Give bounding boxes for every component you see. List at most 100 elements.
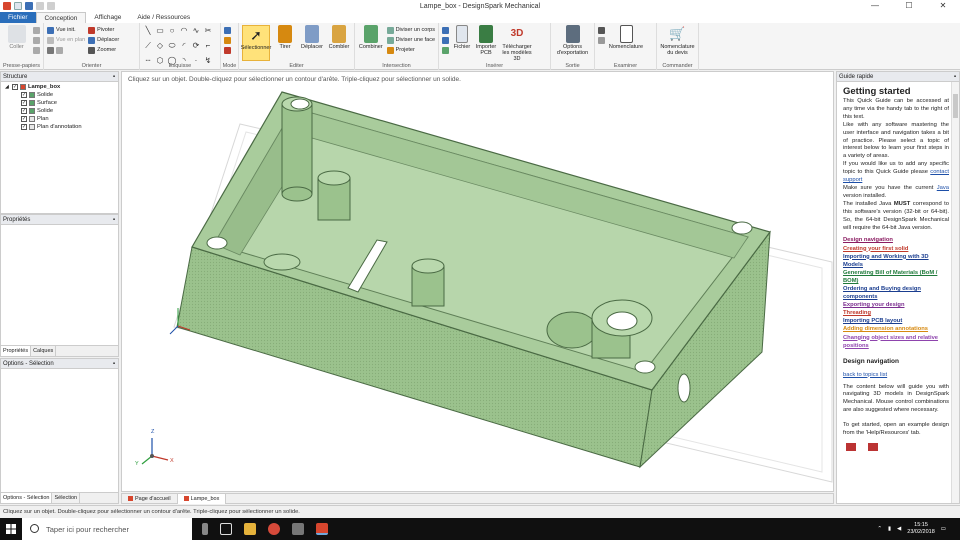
corner-hole-back-left[interactable] xyxy=(290,98,310,110)
maximize-button[interactable]: ☐ xyxy=(892,0,926,12)
topic-link[interactable]: Design navigation xyxy=(843,236,949,244)
notification-icon[interactable]: ▭ xyxy=(941,526,946,532)
tab-proprietes[interactable]: Propriétés xyxy=(1,346,32,356)
offset-tool-icon[interactable]: ⟳ xyxy=(191,41,201,51)
topic-link[interactable]: Creating your first solid xyxy=(843,245,949,253)
chrome-icon[interactable] xyxy=(268,523,280,535)
visibility-checkbox[interactable]: ✓ xyxy=(21,92,27,98)
vue-init-button[interactable]: Vue init. xyxy=(47,26,85,34)
three-point-arc-icon[interactable]: ◜ xyxy=(179,41,189,51)
scroll-thumb[interactable] xyxy=(953,94,958,118)
rectangle-tool-icon[interactable]: ▭ xyxy=(155,26,165,36)
taskbar-search-input[interactable]: Taper ici pour rechercher xyxy=(22,518,192,540)
topic-link[interactable]: Ordering and Buying design components xyxy=(843,285,949,301)
cut-icon[interactable] xyxy=(33,26,40,34)
annotation-icon[interactable] xyxy=(598,36,605,44)
tab-lampe-box[interactable]: Lampe_box xyxy=(177,493,227,504)
corner-hole-front-left[interactable] xyxy=(206,236,228,250)
ellipse-tool-icon[interactable]: ⬭ xyxy=(167,41,177,51)
visibility-checkbox[interactable]: ✓ xyxy=(21,108,27,114)
pin-icon[interactable]: ▪ xyxy=(113,215,115,225)
topic-link[interactable]: Exporting your design xyxy=(843,301,949,309)
tutorial-thumb-1[interactable] xyxy=(843,442,859,451)
topic-link[interactable]: Importing PCB layout xyxy=(843,317,949,325)
minimize-button[interactable]: — xyxy=(858,0,892,12)
three-point-rect-icon[interactable]: ◇ xyxy=(155,41,165,51)
spline-tool-icon[interactable]: ∿ xyxy=(191,26,201,36)
standoff-1[interactable] xyxy=(317,170,351,221)
section-mode-icon[interactable] xyxy=(224,36,231,44)
measure-icon[interactable] xyxy=(598,26,605,34)
view-mode-icon[interactable] xyxy=(47,46,85,54)
3d-mode-icon[interactable] xyxy=(224,46,231,54)
axis-triad[interactable] xyxy=(141,438,169,465)
arc-tool-icon[interactable]: ◠ xyxy=(179,26,189,36)
design-viewport[interactable]: Cliquez sur un objet. Double-cliquez pou… xyxy=(121,71,834,492)
zoomer-button[interactable]: Zoomer xyxy=(88,46,119,54)
tangent-line-icon[interactable]: ⟋ xyxy=(143,41,153,51)
network-icon[interactable]: ▮ xyxy=(888,526,891,532)
side-hole[interactable] xyxy=(677,373,691,403)
tab-conception[interactable]: Conception xyxy=(35,12,87,23)
tab-fichier[interactable]: Fichier xyxy=(0,12,36,23)
visibility-checkbox[interactable]: ✓ xyxy=(21,100,27,106)
expand-icon[interactable]: ◢ xyxy=(5,84,10,90)
trim-tool-icon[interactable]: ✂ xyxy=(203,26,213,36)
diviser-corps-button[interactable]: Diviser un corps xyxy=(386,26,435,34)
close-button[interactable]: ✕ xyxy=(926,0,960,12)
pin-icon[interactable]: ▪ xyxy=(954,72,956,82)
task-view-icon[interactable] xyxy=(220,523,232,535)
structure-tree-item[interactable]: ✓ Solide xyxy=(5,107,118,115)
selectionner-button[interactable]: ➚ Sélectionner xyxy=(241,25,271,61)
corner-hole-back-right[interactable] xyxy=(731,221,753,235)
diviser-face-button[interactable]: Diviser une face xyxy=(386,36,435,44)
pivoter-button[interactable]: Pivoter xyxy=(88,26,119,34)
structure-tree-item[interactable]: ✓ Plan xyxy=(5,115,118,123)
copy-icon[interactable] xyxy=(33,36,40,44)
designspark-icon[interactable] xyxy=(316,523,328,535)
projeter-button[interactable]: Projeter xyxy=(386,46,435,54)
tab-page-accueil[interactable]: Page d'accueil xyxy=(122,493,178,504)
tab-calques[interactable]: Calques xyxy=(31,346,57,356)
screw-boss-1[interactable] xyxy=(281,96,313,202)
insert-image-icon[interactable] xyxy=(442,46,449,54)
file-explorer-icon[interactable] xyxy=(244,523,256,535)
structure-tree-item[interactable]: ✓ Solide xyxy=(5,91,118,99)
tab-aide-ressources[interactable]: Aide / Ressources xyxy=(129,12,198,23)
standoff-3[interactable] xyxy=(263,253,301,271)
windows-start-icon[interactable] xyxy=(0,518,22,540)
corner-hole-front-right[interactable] xyxy=(634,360,656,374)
visibility-checkbox[interactable]: ✓ xyxy=(12,84,18,90)
topic-link[interactable]: Generating Bill of Materials (BoM / BOM) xyxy=(843,269,949,285)
java-link[interactable]: Java xyxy=(937,185,949,191)
structure-tree-item[interactable]: ◢ ✓ Lampe_box xyxy=(5,83,118,91)
structure-tree-item[interactable]: ✓ Surface xyxy=(5,99,118,107)
line-tool-icon[interactable]: ╲ xyxy=(143,26,153,36)
format-icon[interactable] xyxy=(33,46,40,54)
structure-tree-item[interactable]: ✓ Plan d'annotation xyxy=(5,123,118,131)
tab-selection[interactable]: Sélection xyxy=(52,493,81,503)
tab-options-selection[interactable]: Options - Sélection xyxy=(1,493,53,503)
topic-link[interactable]: Threading xyxy=(843,309,949,317)
sketch-mode-icon[interactable] xyxy=(224,26,231,34)
deplacer-view-button[interactable]: Déplacer xyxy=(88,36,119,44)
back-to-topics-link[interactable]: back to topics list xyxy=(843,372,887,378)
volume-icon[interactable]: ◀ xyxy=(897,526,901,532)
standoff-2[interactable] xyxy=(411,258,445,307)
pin-icon[interactable]: ▪ xyxy=(113,359,115,369)
visibility-checkbox[interactable]: ✓ xyxy=(21,116,27,122)
circle-tool-icon[interactable]: ○ xyxy=(167,26,177,36)
microphone-icon[interactable] xyxy=(202,523,208,535)
visibility-checkbox[interactable]: ✓ xyxy=(21,124,27,130)
clock[interactable]: 15:15 23/02/2018 xyxy=(907,522,935,536)
calculator-icon[interactable] xyxy=(292,523,304,535)
insert-axis-icon[interactable] xyxy=(442,36,449,44)
3d-model-scene[interactable] xyxy=(122,72,834,492)
tab-affichage[interactable]: Affichage xyxy=(86,12,129,23)
topic-link[interactable]: Changing object sizes and relative posit… xyxy=(843,334,949,350)
tutorial-thumb-2[interactable] xyxy=(865,442,881,451)
guide-scrollbar[interactable] xyxy=(951,82,959,503)
insert-plane-icon[interactable] xyxy=(442,26,449,34)
topic-link[interactable]: Importing and Working with 3D Models xyxy=(843,253,949,269)
topic-link[interactable]: Adding dimension annotations xyxy=(843,325,949,333)
